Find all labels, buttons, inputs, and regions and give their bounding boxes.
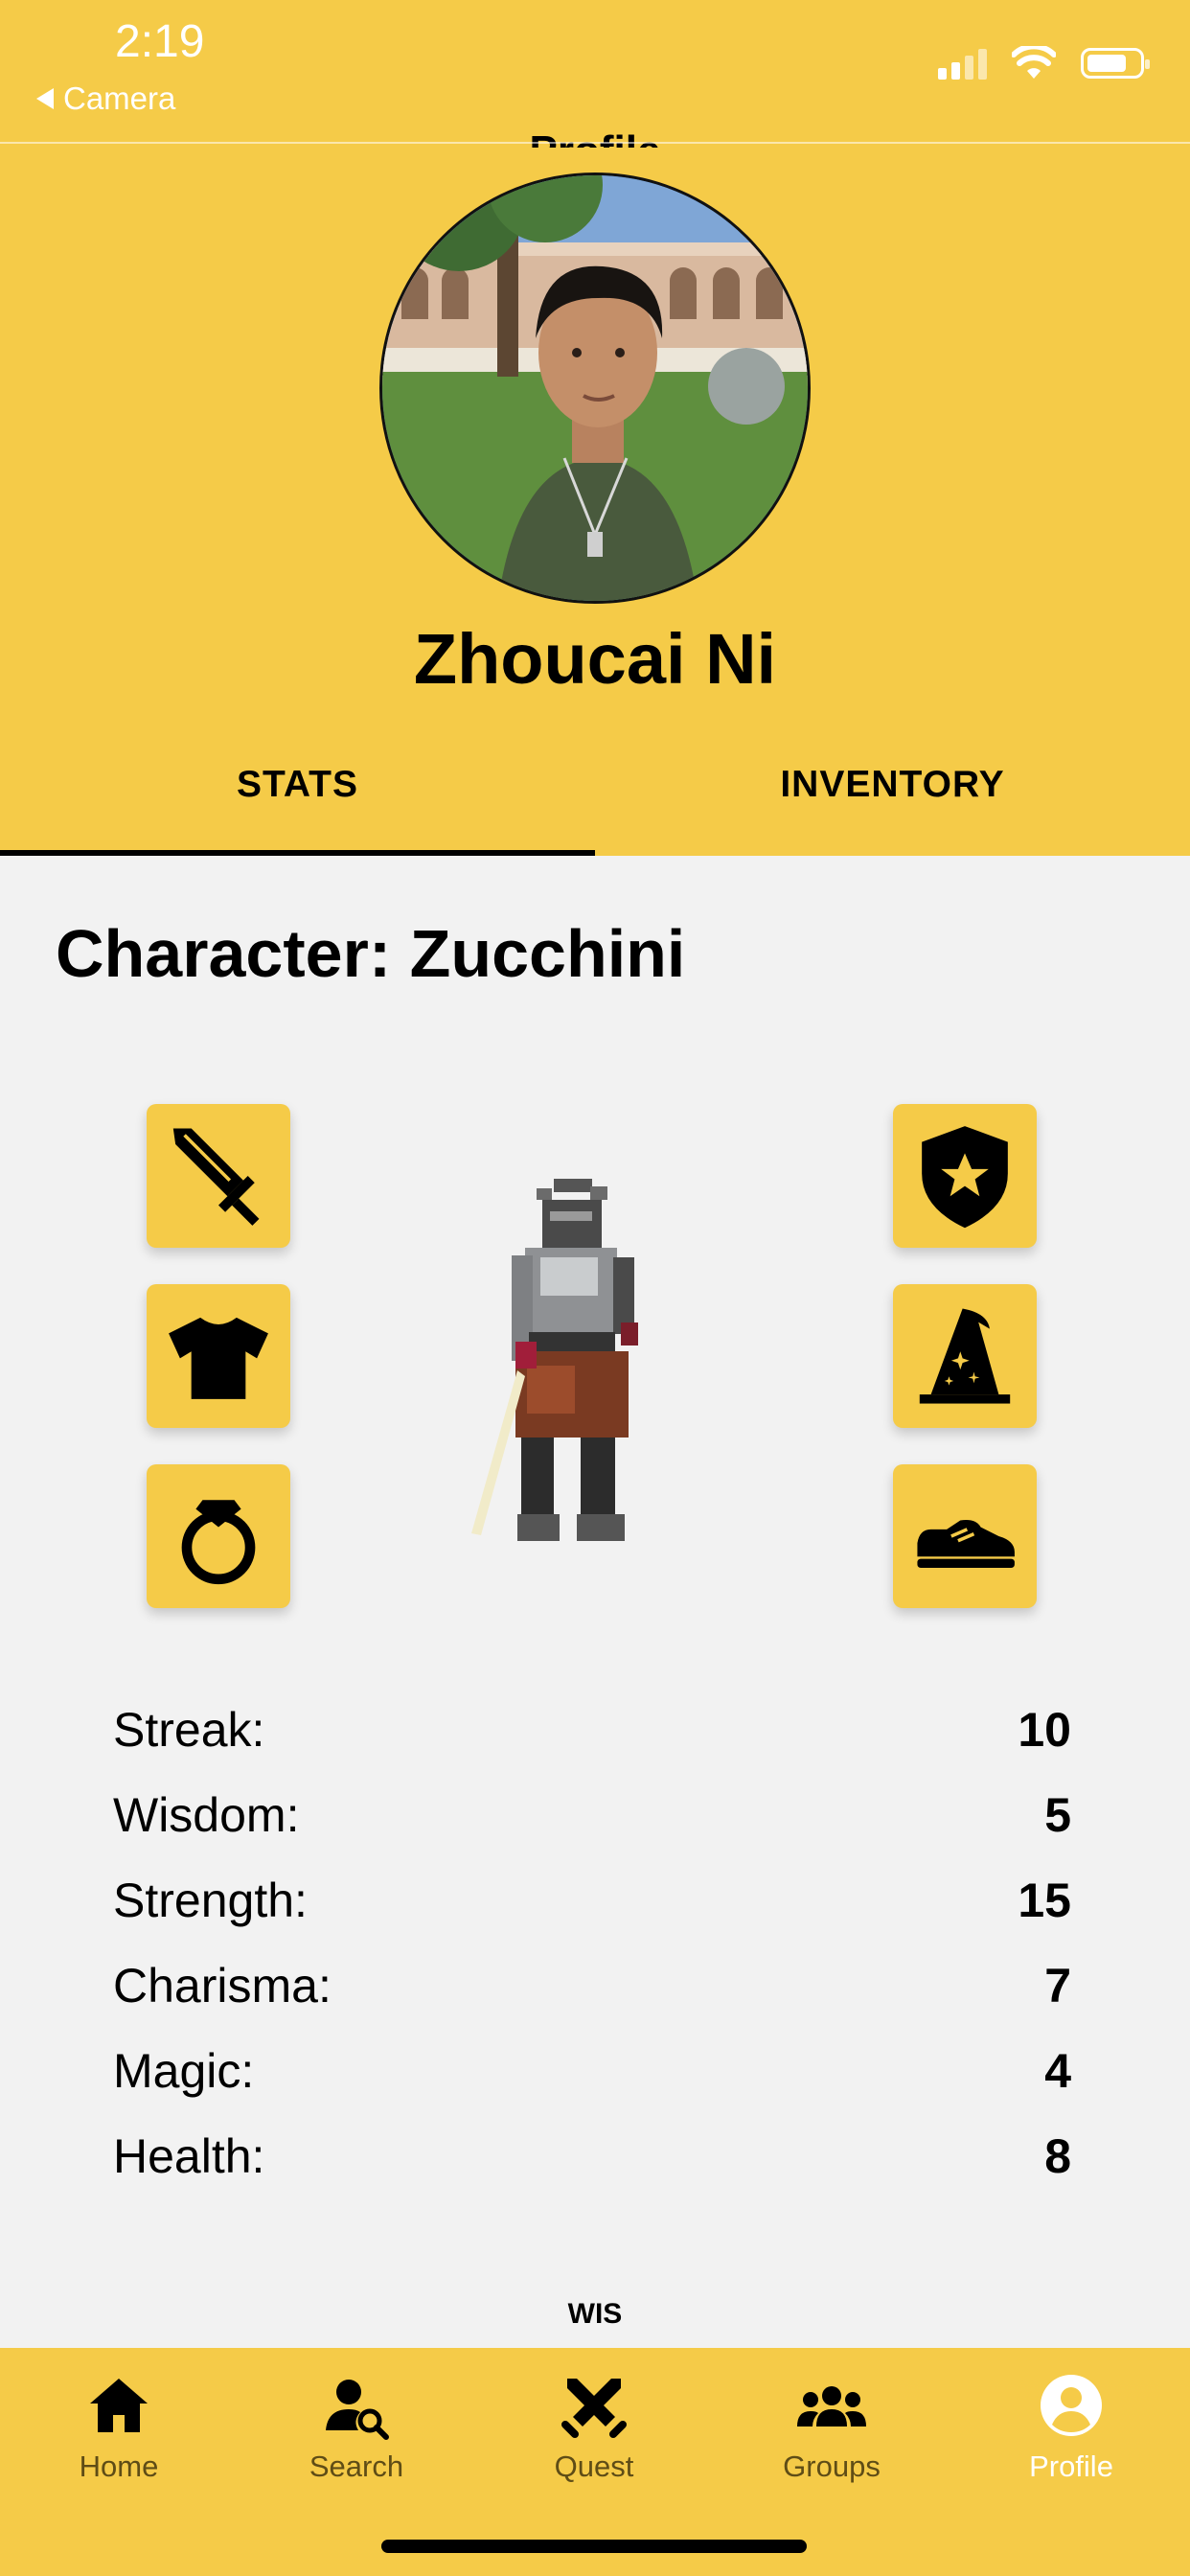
stat-row-wisdom: Wisdom: 5 (113, 1787, 1071, 1842)
battery-icon (1081, 48, 1150, 79)
wis-label: WIS (567, 2298, 623, 2330)
tab-stats[interactable]: STATS (0, 748, 595, 856)
weapon-slot[interactable] (147, 1104, 290, 1248)
home-icon (90, 2379, 148, 2432)
user-name: Zhoucai Ni (413, 619, 777, 699)
back-arrow-icon (36, 88, 54, 109)
stat-row-strength: Strength: 15 (113, 1873, 1071, 1927)
bottom-nav-home[interactable]: Home (0, 2348, 238, 2530)
bottom-nav-quest[interactable]: Quest (475, 2348, 713, 2530)
armor-slot[interactable] (147, 1284, 290, 1428)
avatar[interactable] (379, 172, 811, 604)
profile-tabs: STATS INVENTORY (0, 748, 1190, 856)
back-link-label: Camera (63, 80, 176, 116)
stat-row-health: Health: 8 (113, 2128, 1071, 2183)
bottom-nav-search[interactable]: Search (238, 2348, 475, 2530)
stat-row-magic: Magic: 4 (113, 2043, 1071, 2098)
tab-inventory[interactable]: INVENTORY (595, 748, 1190, 856)
ring-icon (181, 1500, 256, 1585)
profile-header: 2:19 Camera Profile (0, 0, 1190, 856)
wifi-icon (1012, 46, 1056, 79)
sword-icon (172, 1128, 260, 1226)
group-icon (797, 2386, 866, 2426)
user-search-icon (326, 2380, 389, 2440)
home-indicator (381, 2540, 807, 2553)
hat-slot[interactable] (893, 1284, 1037, 1428)
cellular-signal-icon (938, 47, 987, 80)
status-time: 2:19 (115, 16, 205, 67)
status-indicators (938, 46, 1150, 80)
back-to-camera-link[interactable]: Camera (36, 80, 175, 117)
character-sprite (471, 1179, 638, 1541)
crossed-swords-icon (561, 2379, 627, 2438)
bottom-nav-profile[interactable]: Profile (952, 2348, 1190, 2530)
shield-slot[interactable] (893, 1104, 1037, 1248)
character-title: Character: Zucchini (56, 916, 686, 991)
shield-star-icon (922, 1126, 1008, 1229)
stat-row-charisma: Charisma: 7 (113, 1958, 1071, 2012)
sneaker-icon (917, 1520, 1015, 1569)
stat-row-streak: Streak: 10 (113, 1702, 1071, 1757)
nav-divider (0, 142, 1190, 144)
wizard-hat-icon (919, 1308, 1011, 1404)
shirt-icon (169, 1317, 268, 1399)
ring-slot[interactable] (147, 1464, 290, 1608)
bottom-nav-groups[interactable]: Groups (713, 2348, 950, 2530)
avatar-photo (382, 175, 808, 601)
profile-icon (1041, 2375, 1102, 2436)
shoes-slot[interactable] (893, 1464, 1037, 1608)
stats-list: Streak: 10 Wisdom: 5 Strength: 15 Charisma:… (113, 1687, 1071, 2198)
